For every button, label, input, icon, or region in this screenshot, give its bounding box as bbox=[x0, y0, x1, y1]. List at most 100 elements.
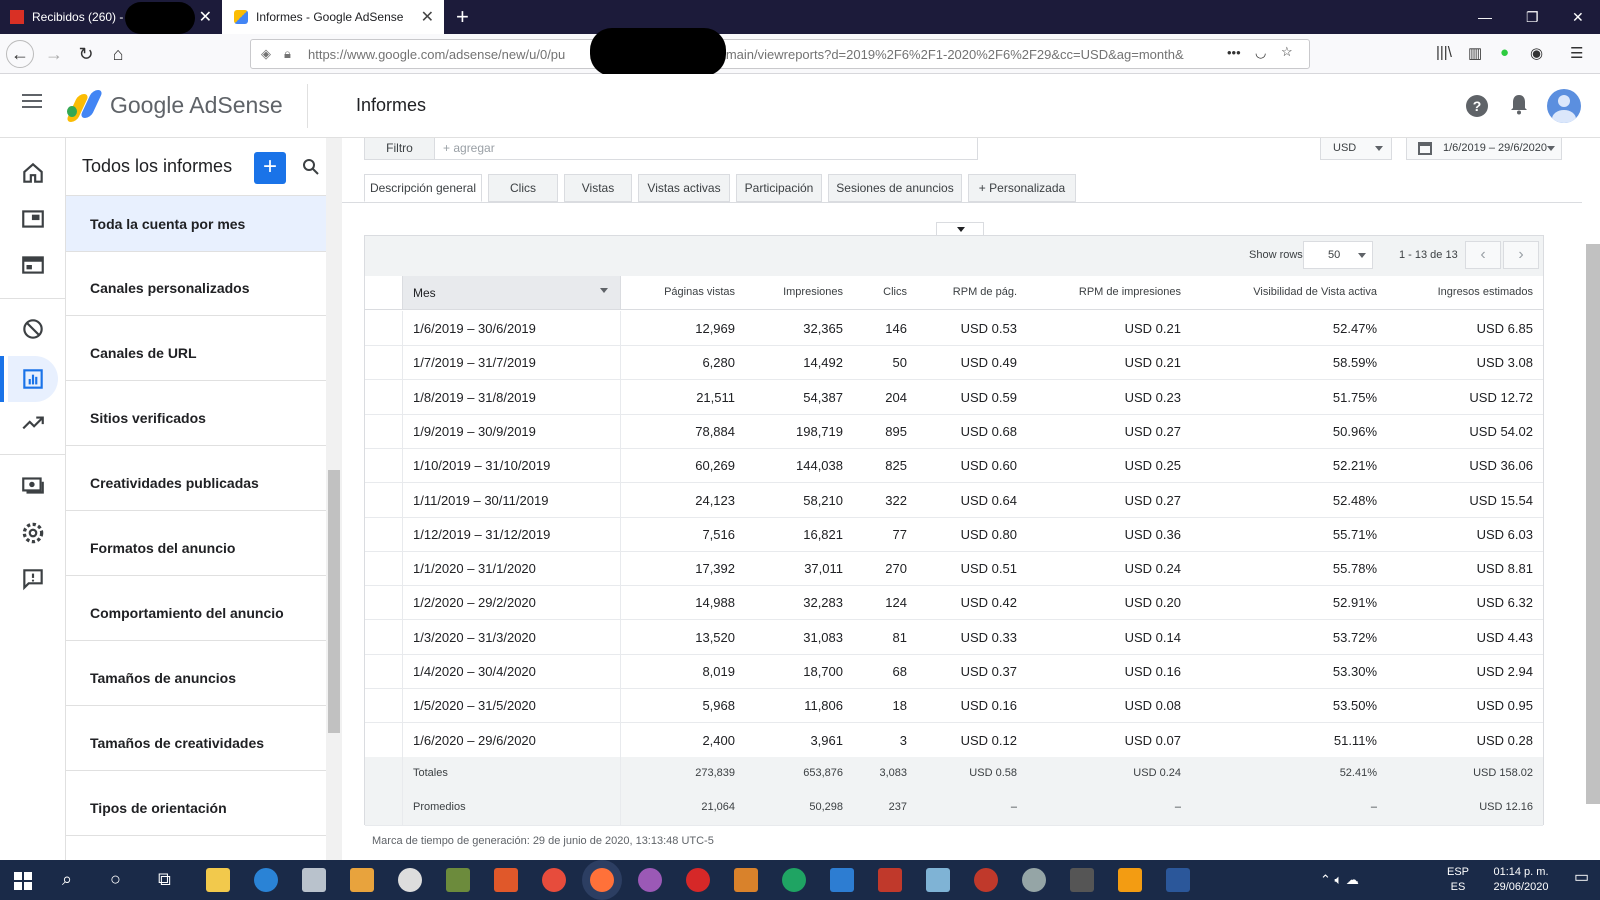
column-header-page-rpm[interactable]: RPM de pág. bbox=[953, 286, 1017, 298]
report-item-creatives[interactable]: Creatividades publicadas bbox=[66, 455, 326, 511]
filter-bar[interactable]: Filtro + agregar bbox=[364, 138, 978, 160]
tab-clicks[interactable]: Clics bbox=[488, 174, 558, 202]
tray-icons[interactable]: ⌃ 🔈︎ ☁︎ bbox=[1320, 872, 1359, 887]
tab-views[interactable]: Vistas bbox=[564, 174, 632, 202]
account-icon[interactable]: ◉ bbox=[1530, 44, 1543, 62]
report-item-ad-behavior[interactable]: Comportamiento del anuncio bbox=[66, 585, 326, 641]
feedback-icon[interactable] bbox=[20, 566, 46, 592]
cell-active-view: 52.91% bbox=[1332, 595, 1377, 611]
block-icon[interactable] bbox=[20, 316, 46, 342]
tab-ad-sessions[interactable]: Sesiones de anuncios bbox=[828, 174, 962, 202]
currency-select[interactable]: USD bbox=[1320, 138, 1392, 160]
avatar[interactable] bbox=[1547, 89, 1581, 123]
tab-custom[interactable]: + Personalizada bbox=[968, 174, 1076, 202]
more-actions-icon[interactable]: ••• bbox=[1227, 45, 1241, 60]
home-icon[interactable] bbox=[20, 160, 46, 186]
cortana-icon[interactable]: ○ bbox=[110, 869, 121, 890]
settings-icon[interactable] bbox=[20, 520, 46, 546]
report-item-all-account-by-month[interactable]: Toda la cuenta por mes bbox=[66, 196, 326, 252]
browser-tab-adsense[interactable]: Informes - Google AdSense ✕ bbox=[222, 0, 444, 34]
payments-icon[interactable] bbox=[20, 472, 46, 498]
tab-engagement[interactable]: Participación bbox=[736, 174, 822, 202]
file-explorer-icon[interactable] bbox=[206, 868, 230, 892]
column-header-estimated-earnings[interactable]: Ingresos estimados bbox=[1438, 286, 1533, 298]
report-item-ad-formats[interactable]: Formatos del anuncio bbox=[66, 520, 326, 576]
edge-icon[interactable] bbox=[254, 868, 278, 892]
windows-start-icon[interactable] bbox=[14, 872, 32, 890]
chrome-icon[interactable] bbox=[542, 868, 566, 892]
tab-overview[interactable]: Descripción general bbox=[364, 174, 482, 202]
cell-impression-rpm: USD 0.14 bbox=[1124, 629, 1181, 645]
restore-icon[interactable]: ❐ bbox=[1526, 0, 1539, 34]
close-tab-icon[interactable]: ✕ bbox=[421, 7, 434, 27]
report-item-verified-sites[interactable]: Sitios verificados bbox=[66, 390, 326, 446]
ads-icon[interactable] bbox=[20, 206, 46, 232]
expand-chart-toggle[interactable] bbox=[936, 222, 984, 236]
forward-icon[interactable]: → bbox=[40, 40, 68, 68]
help-icon[interactable]: ? bbox=[1466, 95, 1488, 117]
notifications-icon[interactable] bbox=[1510, 93, 1528, 115]
notification-center-icon[interactable]: ▭ bbox=[1574, 870, 1589, 886]
report-item-custom-channels[interactable]: Canales personalizados bbox=[66, 260, 326, 316]
filter-add-input[interactable]: + agregar bbox=[435, 141, 495, 155]
report-item-creative-sizes[interactable]: Tamaños de creatividades bbox=[66, 715, 326, 771]
rows-per-page-select[interactable]: 50 bbox=[1303, 241, 1373, 269]
minimize-icon[interactable]: — bbox=[1478, 0, 1492, 34]
app-icon[interactable] bbox=[1022, 868, 1046, 892]
report-item-url-channels[interactable]: Canales de URL bbox=[66, 325, 326, 381]
menu-icon[interactable]: ☰ bbox=[1570, 44, 1583, 62]
report-item-targeting-types[interactable]: Tipos de orientación bbox=[66, 780, 326, 836]
home-browser-icon[interactable]: ⌂ bbox=[104, 40, 132, 68]
firefox-icon[interactable] bbox=[590, 868, 614, 892]
task-view-icon[interactable]: ⧉ bbox=[158, 869, 171, 890]
bookmark-star-icon[interactable]: ☆ bbox=[1281, 44, 1293, 60]
reports-icon[interactable] bbox=[20, 366, 46, 392]
column-header-month[interactable]: Mes bbox=[402, 276, 621, 309]
close-window-icon[interactable]: ✕ bbox=[1572, 0, 1584, 34]
column-header-clicks[interactable]: Clics bbox=[883, 286, 907, 298]
app-icon[interactable] bbox=[398, 868, 422, 892]
search-taskbar-icon[interactable]: ⌕ bbox=[62, 869, 72, 890]
panel-scrollbar-thumb[interactable] bbox=[328, 470, 340, 733]
back-icon[interactable]: ← bbox=[6, 40, 34, 68]
optimize-icon[interactable] bbox=[20, 410, 46, 436]
new-tab-icon[interactable]: + bbox=[456, 4, 469, 30]
app-icon[interactable] bbox=[1070, 868, 1094, 892]
clock[interactable]: 01:14 p. m. 29/06/2020 bbox=[1478, 865, 1564, 895]
main-scrollbar-thumb[interactable] bbox=[1586, 244, 1600, 804]
column-header-active-view-viewable[interactable]: Visibilidad de Vista activa bbox=[1253, 286, 1377, 298]
language-indicator[interactable]: ESP ES bbox=[1440, 865, 1476, 895]
app-icon[interactable] bbox=[686, 868, 710, 892]
column-header-impression-rpm[interactable]: RPM de impresiones bbox=[1079, 286, 1181, 298]
media-player-icon[interactable] bbox=[350, 868, 374, 892]
extension-icon[interactable]: ● bbox=[1500, 44, 1509, 61]
search-icon[interactable] bbox=[300, 156, 322, 178]
sidebar-icon[interactable]: ▥ bbox=[1468, 44, 1482, 62]
calculator-icon[interactable] bbox=[302, 868, 326, 892]
app-icon[interactable] bbox=[926, 868, 950, 892]
next-page-icon[interactable]: › bbox=[1503, 241, 1539, 269]
app-icon[interactable] bbox=[1118, 868, 1142, 892]
app-icon[interactable] bbox=[446, 868, 470, 892]
sites-icon[interactable] bbox=[20, 252, 46, 278]
edge-dev-icon[interactable] bbox=[782, 868, 806, 892]
report-item-ad-sizes[interactable]: Tamaños de anuncios bbox=[66, 650, 326, 706]
app-icon[interactable] bbox=[878, 868, 902, 892]
app-icon[interactable] bbox=[734, 868, 758, 892]
add-report-button[interactable]: + bbox=[254, 152, 286, 184]
word-icon[interactable] bbox=[1166, 868, 1190, 892]
column-header-impressions[interactable]: Impresiones bbox=[783, 286, 843, 298]
close-tab-icon[interactable]: ✕ bbox=[199, 7, 212, 27]
tab-active-views[interactable]: Vistas activas bbox=[638, 174, 730, 202]
main-menu-icon[interactable] bbox=[22, 94, 42, 108]
column-header-page-views[interactable]: Páginas vistas bbox=[664, 286, 735, 298]
reload-icon[interactable]: ↻ bbox=[72, 40, 100, 68]
prev-page-icon[interactable]: ‹ bbox=[1465, 241, 1501, 269]
app-icon[interactable] bbox=[974, 868, 998, 892]
app-icon[interactable] bbox=[638, 868, 662, 892]
app-icon[interactable] bbox=[494, 868, 518, 892]
pocket-icon[interactable]: ◡ bbox=[1255, 45, 1266, 61]
url-bar[interactable]: ◈ 🔒︎ https://www.google.com/adsense/new/… bbox=[250, 39, 1310, 69]
mail-icon[interactable] bbox=[830, 868, 854, 892]
library-icon[interactable]: |||\ bbox=[1436, 44, 1452, 61]
